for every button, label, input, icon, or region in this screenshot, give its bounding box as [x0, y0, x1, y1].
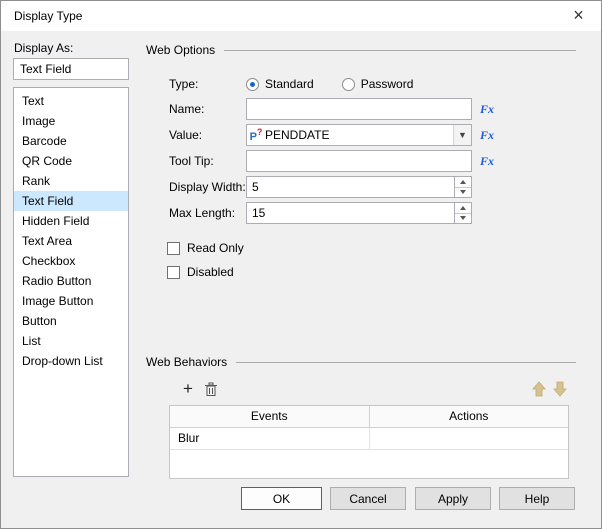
actions-column-header[interactable]: Actions — [370, 406, 569, 427]
max-length-spinner[interactable] — [246, 202, 472, 224]
type-label: Type: — [169, 77, 199, 91]
table-header-row: Events Actions — [170, 406, 568, 428]
list-item-image-button[interactable]: Image Button — [14, 291, 128, 311]
display-width-label: Display Width: — [169, 180, 246, 194]
list-item-rank[interactable]: Rank — [14, 171, 128, 191]
display-width-input[interactable] — [247, 177, 454, 197]
dialog-title: Display Type — [14, 9, 83, 23]
value-row: Value: P? PENDDATE ▼ Fx — [169, 124, 581, 146]
display-width-spin-buttons — [454, 177, 471, 197]
list-item-list[interactable]: List — [14, 331, 128, 351]
add-icon: + — [183, 379, 193, 398]
value-dropdown-text: PENDDATE — [265, 128, 330, 142]
disabled-label: Disabled — [187, 265, 234, 279]
list-item-checkbox[interactable]: Checkbox — [14, 251, 128, 271]
spin-down-icon[interactable] — [455, 187, 471, 197]
display-width-spinner[interactable] — [246, 176, 472, 198]
tooltip-label: Tool Tip: — [169, 154, 214, 168]
display-as-label: Display As: — [14, 41, 74, 55]
value-dropdown[interactable]: P? PENDDATE ▼ — [246, 124, 472, 146]
radio-password-icon[interactable] — [341, 77, 355, 91]
web-behaviors-table[interactable]: Events Actions Blur — [169, 405, 569, 479]
spin-up-icon[interactable] — [455, 203, 471, 214]
display-as-listbox[interactable]: Text Image Barcode QR Code Rank Text Fie… — [13, 87, 129, 477]
radio-password-label: Password — [360, 77, 414, 91]
move-up-button[interactable] — [530, 379, 548, 399]
apply-button[interactable]: Apply — [415, 487, 491, 510]
display-as-input[interactable] — [13, 58, 129, 80]
trash-icon — [205, 382, 217, 396]
list-item-hidden-field[interactable]: Hidden Field — [14, 211, 128, 231]
name-row: Name: Fx — [169, 98, 581, 120]
titlebar: Display Type × — [1, 1, 601, 31]
cancel-button[interactable]: Cancel — [330, 487, 406, 510]
web-behaviors-title: Web Behaviors — [146, 355, 228, 369]
spin-up-icon[interactable] — [455, 177, 471, 188]
read-only-label: Read Only — [187, 241, 244, 255]
close-icon[interactable]: × — [556, 1, 601, 30]
event-cell[interactable]: Blur — [170, 428, 370, 449]
list-item-barcode[interactable]: Barcode — [14, 131, 128, 151]
type-row: Type: Standard Password — [169, 73, 581, 95]
display-type-dialog: Display Type × Display As: Text Image Ba… — [0, 0, 602, 529]
name-input[interactable] — [246, 98, 472, 120]
name-formula-button[interactable]: Fx — [480, 102, 494, 117]
disabled-checkbox-row[interactable]: Disabled — [167, 263, 234, 281]
web-behaviors-group-header: Web Behaviors — [146, 355, 576, 369]
max-length-label: Max Length: — [169, 206, 236, 220]
chevron-down-icon[interactable]: ▼ — [453, 125, 471, 145]
read-only-checkbox-icon[interactable] — [167, 241, 180, 255]
disabled-checkbox-icon[interactable] — [167, 265, 180, 279]
max-length-input[interactable] — [247, 203, 454, 223]
delete-behavior-button[interactable] — [201, 379, 221, 399]
radio-standard-icon[interactable] — [246, 77, 259, 91]
table-row[interactable]: Blur — [170, 428, 568, 450]
radio-password[interactable]: Password — [341, 77, 414, 91]
list-item-radio-button[interactable]: Radio Button — [14, 271, 128, 291]
max-length-spin-buttons — [454, 203, 471, 223]
events-column-header[interactable]: Events — [170, 406, 370, 427]
group-divider-line — [224, 49, 576, 51]
spin-down-icon[interactable] — [455, 213, 471, 223]
radio-standard[interactable]: Standard — [246, 77, 314, 91]
web-options-title: Web Options — [146, 43, 216, 57]
list-item-button[interactable]: Button — [14, 311, 128, 331]
ok-button[interactable]: OK — [241, 487, 322, 510]
tooltip-input[interactable] — [246, 150, 472, 172]
list-item-text[interactable]: Text — [14, 91, 128, 111]
name-label: Name: — [169, 102, 205, 116]
add-behavior-button[interactable]: + — [178, 379, 198, 399]
read-only-checkbox-row[interactable]: Read Only — [167, 239, 244, 257]
radio-standard-label: Standard — [265, 77, 314, 91]
web-options-group-header: Web Options — [146, 43, 576, 57]
action-cell[interactable] — [370, 428, 569, 449]
parameter-icon: P? — [249, 127, 263, 143]
type-radio-group: Standard Password — [246, 77, 441, 91]
value-formula-button[interactable]: Fx — [480, 128, 494, 143]
list-item-qr-code[interactable]: QR Code — [14, 151, 128, 171]
tooltip-formula-button[interactable]: Fx — [480, 154, 494, 169]
arrow-down-icon — [553, 381, 567, 397]
tooltip-row: Tool Tip: Fx — [169, 150, 581, 172]
list-item-text-field[interactable]: Text Field — [14, 191, 128, 211]
value-label: Value: — [169, 128, 203, 142]
list-item-drop-down-list[interactable]: Drop-down List — [14, 351, 128, 371]
list-item-text-area[interactable]: Text Area — [14, 231, 128, 251]
arrow-up-icon — [532, 381, 546, 397]
help-button[interactable]: Help — [499, 487, 575, 510]
list-item-image[interactable]: Image — [14, 111, 128, 131]
move-down-button[interactable] — [551, 379, 569, 399]
display-width-row: Display Width: — [169, 176, 581, 198]
max-length-row: Max Length: — [169, 202, 581, 224]
group-divider-line — [236, 361, 576, 363]
